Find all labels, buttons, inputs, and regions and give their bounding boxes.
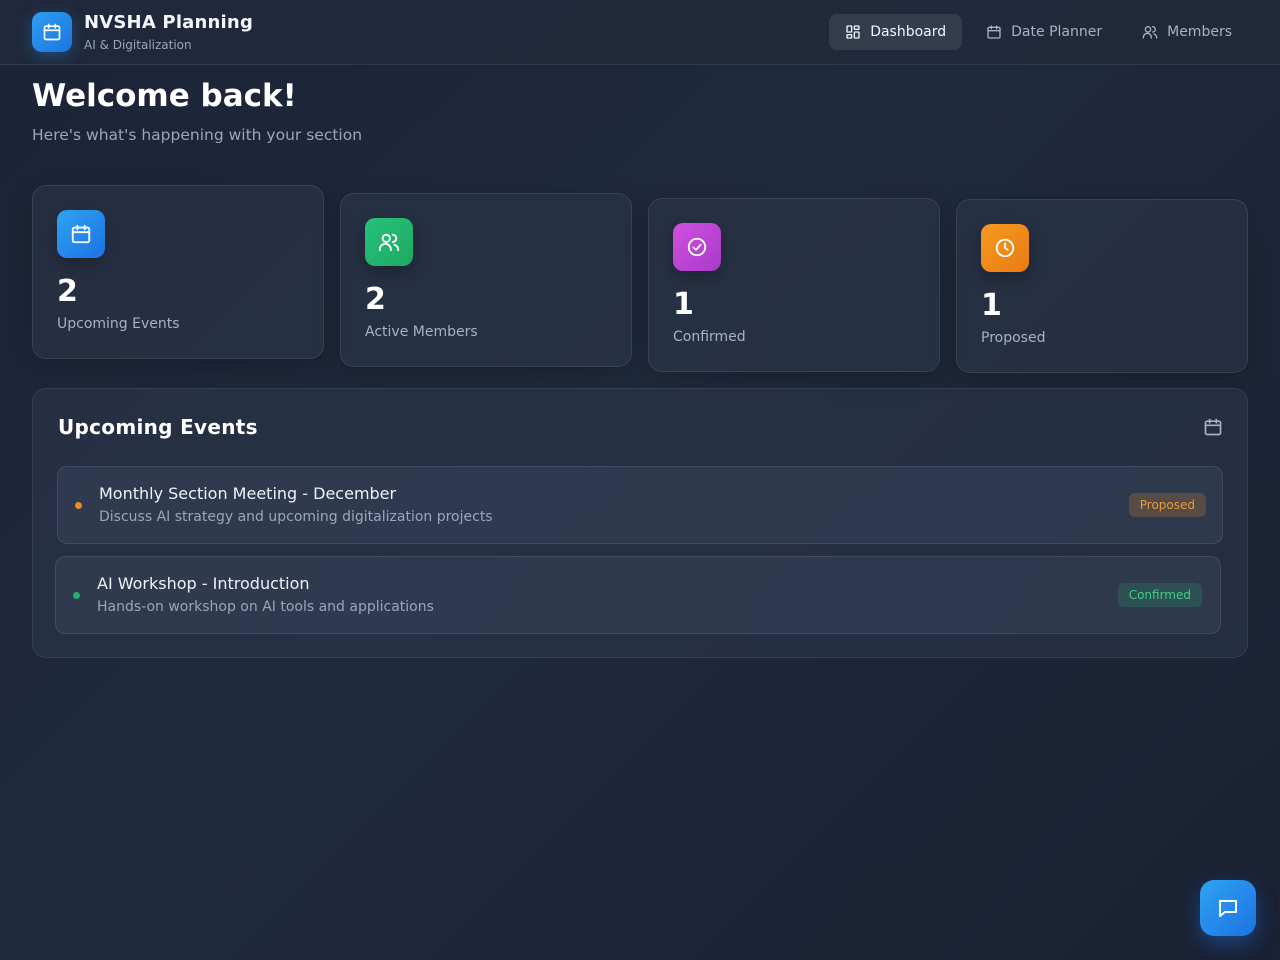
event-description: Discuss AI strategy and upcoming digital…	[99, 509, 493, 525]
clock-icon	[995, 238, 1015, 258]
stat-icon-badge	[981, 224, 1029, 272]
stat-icon-badge	[365, 218, 413, 266]
status-dot	[73, 592, 80, 599]
calendar-icon[interactable]	[1203, 417, 1223, 437]
app-title: NVSHA Planning	[84, 12, 254, 33]
app-logo[interactable]	[32, 12, 72, 52]
stat-value: 1	[981, 288, 1002, 323]
stat-card-active-members: 2 Active Members	[340, 193, 632, 367]
page-title: Welcome back!	[32, 78, 297, 114]
upcoming-events-panel: Upcoming Events Monthly Section Meeting …	[32, 388, 1248, 658]
chat-button[interactable]	[1200, 880, 1256, 936]
users-icon	[1142, 26, 1158, 39]
status-dot	[75, 502, 82, 509]
check-circle-icon	[687, 237, 707, 257]
event-row[interactable]: AI Workshop - Introduction Hands-on work…	[55, 556, 1221, 634]
stat-icon-badge	[673, 223, 721, 271]
nav-members[interactable]: Members	[1126, 14, 1248, 50]
stat-label: Proposed	[981, 330, 1046, 346]
event-title: AI Workshop - Introduction	[97, 574, 310, 593]
main-nav: Dashboard Date Planner Members	[829, 14, 1248, 50]
stat-value: 2	[57, 274, 78, 309]
nav-members-label: Members	[1167, 24, 1232, 40]
page-subtitle: Here's what's happening with your sectio…	[32, 126, 363, 144]
calendar-icon	[43, 23, 61, 41]
stat-icon-badge	[57, 210, 105, 258]
calendar-icon	[987, 25, 1001, 39]
stat-label: Upcoming Events	[57, 316, 180, 332]
stat-card-confirmed: 1 Confirmed	[648, 198, 940, 372]
stat-label: Active Members	[365, 324, 478, 340]
calendar-icon	[71, 224, 91, 244]
event-row[interactable]: Monthly Section Meeting - December Discu…	[57, 466, 1223, 544]
chat-icon	[1219, 900, 1237, 917]
status-badge: Confirmed	[1117, 583, 1202, 607]
app-subtitle: AI & Digitalization	[84, 38, 192, 52]
stat-value: 1	[673, 287, 694, 322]
panel-title: Upcoming Events	[58, 415, 258, 439]
nav-date-planner[interactable]: Date Planner	[970, 14, 1118, 50]
nav-dashboard[interactable]: Dashboard	[829, 14, 963, 50]
nav-date-planner-label: Date Planner	[1011, 24, 1103, 40]
stat-label: Confirmed	[673, 329, 746, 345]
top-navigation-bar: NVSHA Planning AI & Digitalization Dashb…	[0, 0, 1280, 65]
users-icon	[378, 233, 400, 252]
grid-icon	[846, 25, 860, 39]
event-title: Monthly Section Meeting - December	[99, 484, 397, 503]
status-badge: Proposed	[1128, 493, 1206, 517]
stat-card-proposed: 1 Proposed	[956, 199, 1248, 373]
nav-dashboard-label: Dashboard	[870, 24, 947, 40]
stat-value: 2	[365, 282, 386, 317]
event-description: Hands-on workshop on AI tools and applic…	[97, 599, 434, 615]
stat-card-upcoming-events: 2 Upcoming Events	[32, 185, 324, 359]
